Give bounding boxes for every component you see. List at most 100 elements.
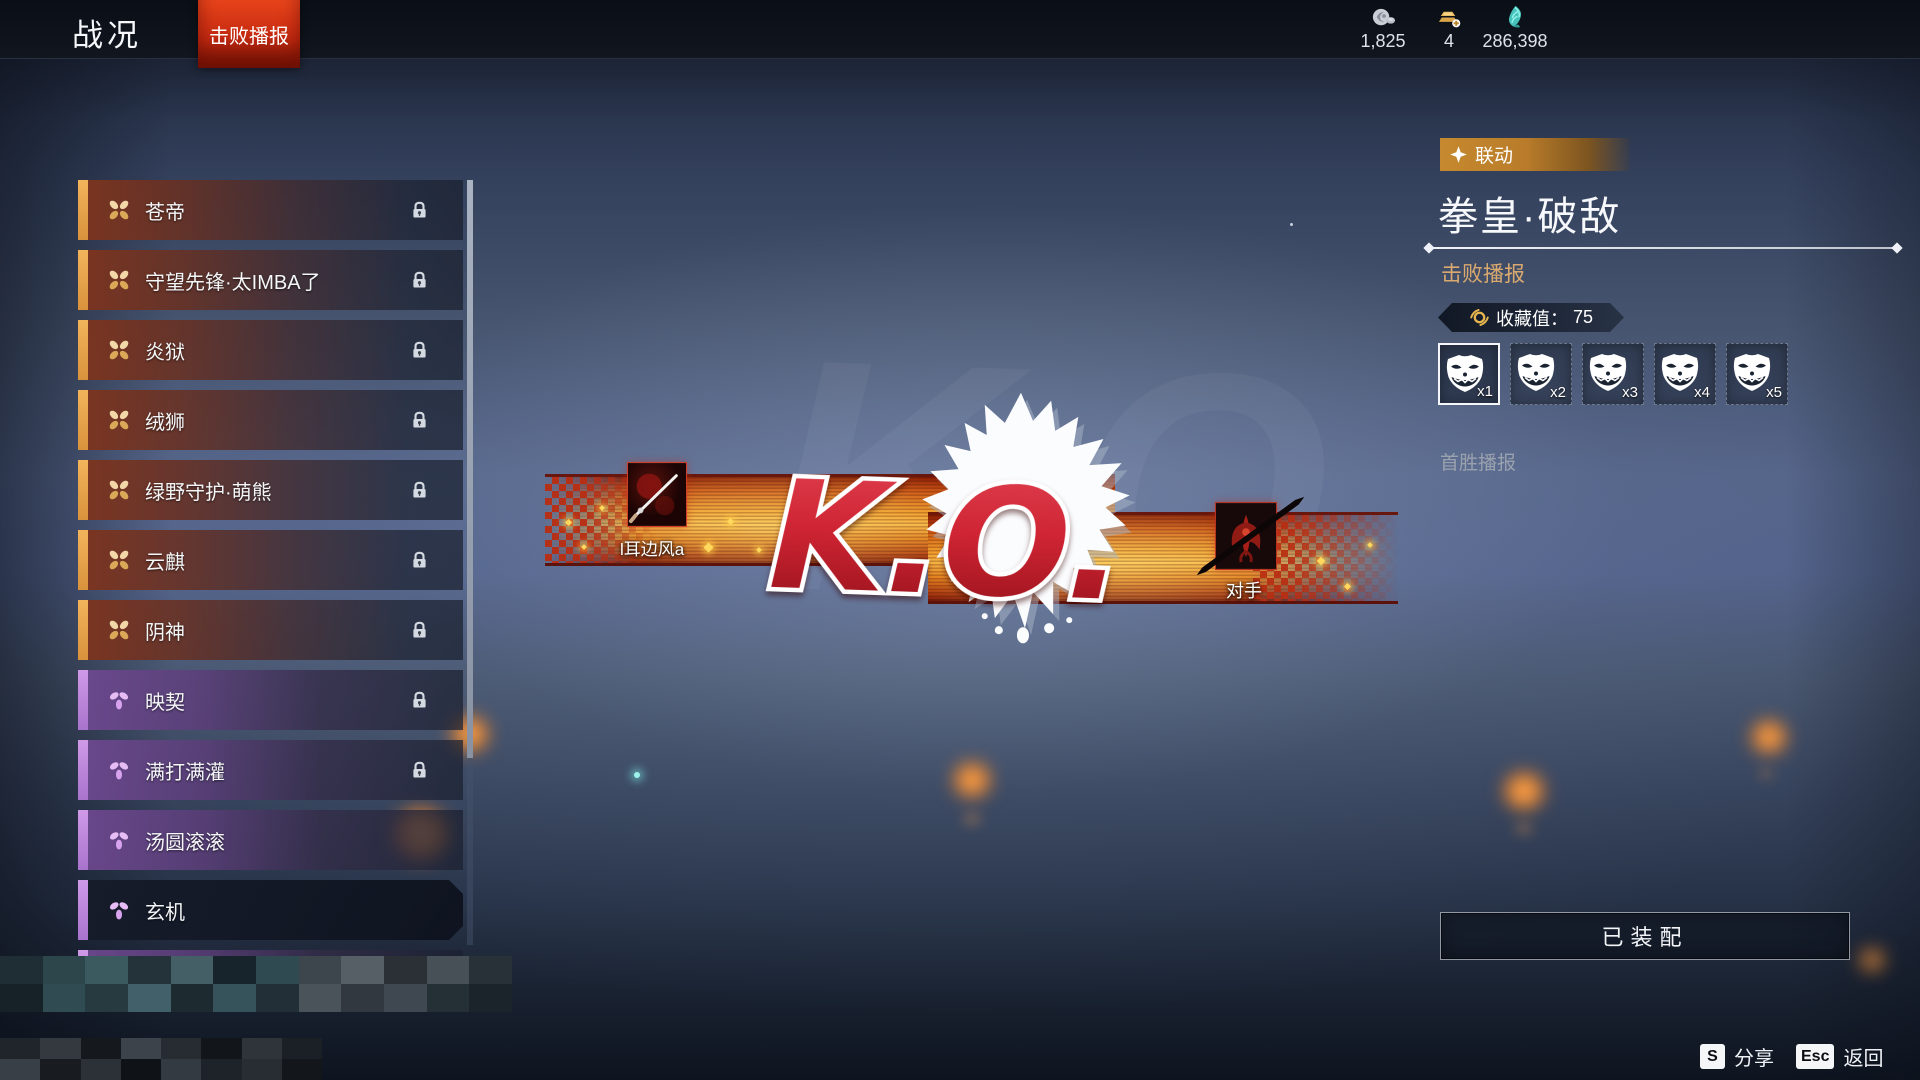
currency-gold-value: 4	[1443, 31, 1454, 51]
sidebar-item-mengxiong[interactable]: 绿野守护·萌熊	[78, 460, 463, 520]
item-label: 云麒	[145, 551, 185, 574]
section-label-first-win: 首胜播报	[1440, 453, 1517, 474]
variant-tile-x1[interactable]: x1	[1438, 343, 1500, 405]
purple-petal-icon	[106, 897, 132, 923]
tier-bar	[78, 460, 88, 520]
tier-bar	[78, 320, 88, 380]
tier-bar	[78, 810, 88, 870]
variant-tile-x2[interactable]: x2	[1510, 343, 1572, 405]
collection-swirl-icon	[1469, 307, 1490, 328]
lantern-glow	[1750, 720, 1788, 754]
item-label: 映契	[145, 691, 185, 714]
variant-count: x5	[1766, 384, 1782, 401]
lock-icon	[409, 340, 430, 361]
cyan-light-speck	[634, 772, 640, 778]
item-label: 炎狱	[145, 341, 185, 364]
lock-icon	[409, 410, 430, 431]
lantern-reflection	[1506, 822, 1542, 835]
sidebar-item-yunqi[interactable]: 云麒	[78, 530, 463, 590]
gold-petal-icon	[106, 547, 132, 573]
sidebar-scrollbar-thumb[interactable]	[467, 180, 473, 758]
page-title: 战况	[72, 18, 142, 53]
item-label: 阴神	[145, 621, 185, 644]
tier-bar	[78, 250, 88, 310]
hotkey-bar: S 分享 Esc 返回	[1700, 1042, 1883, 1071]
currency-jade[interactable]: 286,398	[1482, 4, 1548, 52]
back-hotkey[interactable]: Esc 返回	[1796, 1042, 1883, 1071]
currency-jade-value: 286,398	[1482, 31, 1548, 51]
share-label: 分享	[1734, 1048, 1774, 1070]
tab-defeat-broadcast[interactable]: 击败播报	[198, 0, 300, 68]
censored-text-blur	[0, 1038, 322, 1080]
sidebar-item-tangyuan[interactable]: 汤圆滚滚	[78, 810, 463, 870]
item-label: 绿野守护·萌熊	[145, 481, 272, 504]
equipped-button-label: 已装配	[1601, 925, 1689, 950]
variant-count: x3	[1622, 384, 1638, 401]
share-key-badge: S	[1700, 1044, 1725, 1069]
variant-tile-x5[interactable]: x5	[1726, 343, 1788, 405]
lock-icon	[409, 690, 430, 711]
back-key-badge: Esc	[1796, 1044, 1835, 1069]
section-label-defeat-broadcast: 击败播报	[1441, 263, 1525, 286]
item-label: 守望先锋·太IMBA了	[145, 271, 321, 294]
gold-ingot-icon	[1436, 4, 1463, 31]
sidebar-item-cangdi[interactable]: 苍帝	[78, 180, 463, 240]
silver-coin-icon	[1370, 4, 1397, 31]
item-label: 苍帝	[145, 201, 185, 224]
sidebar-item-yanyu[interactable]: 炎狱	[78, 320, 463, 380]
lock-icon	[409, 550, 430, 571]
collab-badge: 联动	[1440, 138, 1630, 171]
tier-bar	[78, 390, 88, 450]
censored-text-blur	[0, 956, 512, 1012]
collab-badge-label: 联动	[1475, 146, 1514, 167]
collection-value: 75	[1572, 307, 1594, 327]
panel-divider	[1428, 247, 1898, 249]
lantern-reflection	[1752, 768, 1780, 779]
tier-bar	[78, 670, 88, 730]
variant-tile-x4[interactable]: x4	[1654, 343, 1716, 405]
collection-value-badge: 收藏值： 75	[1438, 303, 1624, 332]
currency-silver[interactable]: 1,825	[1350, 4, 1416, 52]
gold-petal-icon	[106, 337, 132, 363]
jade-spiral-icon	[1502, 4, 1529, 31]
sidebar-item-yinshen[interactable]: 阴神	[78, 600, 463, 660]
variant-count: x1	[1477, 383, 1493, 400]
gold-petal-icon	[106, 267, 132, 293]
currency-gold-ingot[interactable]: 4	[1416, 4, 1482, 52]
lantern-reflection	[956, 812, 988, 826]
winner-avatar	[627, 462, 687, 527]
gold-petal-icon	[106, 617, 132, 643]
lock-icon	[409, 480, 430, 501]
purple-petal-icon	[106, 827, 132, 853]
item-title: 拳皇·破敌	[1438, 195, 1622, 239]
purple-petal-icon	[106, 687, 132, 713]
currency-silver-value: 1,825	[1360, 31, 1406, 51]
sidebar-item-yingqi[interactable]: 映契	[78, 670, 463, 730]
purple-petal-icon	[106, 757, 132, 783]
sidebar-item-overwatch[interactable]: 守望先锋·太IMBA了	[78, 250, 463, 310]
tier-bar	[78, 740, 88, 800]
light-speck	[1290, 223, 1293, 226]
shuriken-icon	[1449, 145, 1468, 164]
ko-banner-text: K.O.	[762, 444, 1131, 639]
gold-petal-icon	[106, 407, 132, 433]
variant-count: x2	[1550, 384, 1566, 401]
variant-count: x4	[1694, 384, 1710, 401]
item-label: 满打满灌	[145, 761, 225, 784]
broadcast-variant-tiles: x1 x2 x3 x4 x5	[1438, 343, 1788, 405]
lock-icon	[409, 200, 430, 221]
opponent-name: 对手	[1226, 581, 1262, 601]
currency-bar: 1,825 4 286,398	[1350, 4, 1548, 52]
tier-bar	[78, 530, 88, 590]
lantern-glow	[1502, 772, 1546, 810]
share-hotkey[interactable]: S 分享	[1700, 1042, 1774, 1071]
battle-status-screen: K.O	[0, 0, 1920, 1080]
variant-tile-x3[interactable]: x3	[1582, 343, 1644, 405]
sidebar-item-xuanji[interactable]: 玄机	[78, 880, 463, 940]
gold-petal-icon	[106, 477, 132, 503]
sidebar-item-mandamanguan[interactable]: 满打满灌	[78, 740, 463, 800]
lock-icon	[409, 270, 430, 291]
gold-petal-icon	[106, 197, 132, 223]
sidebar-item-rongshi[interactable]: 绒狮	[78, 390, 463, 450]
equipped-button[interactable]: 已装配	[1440, 912, 1850, 960]
